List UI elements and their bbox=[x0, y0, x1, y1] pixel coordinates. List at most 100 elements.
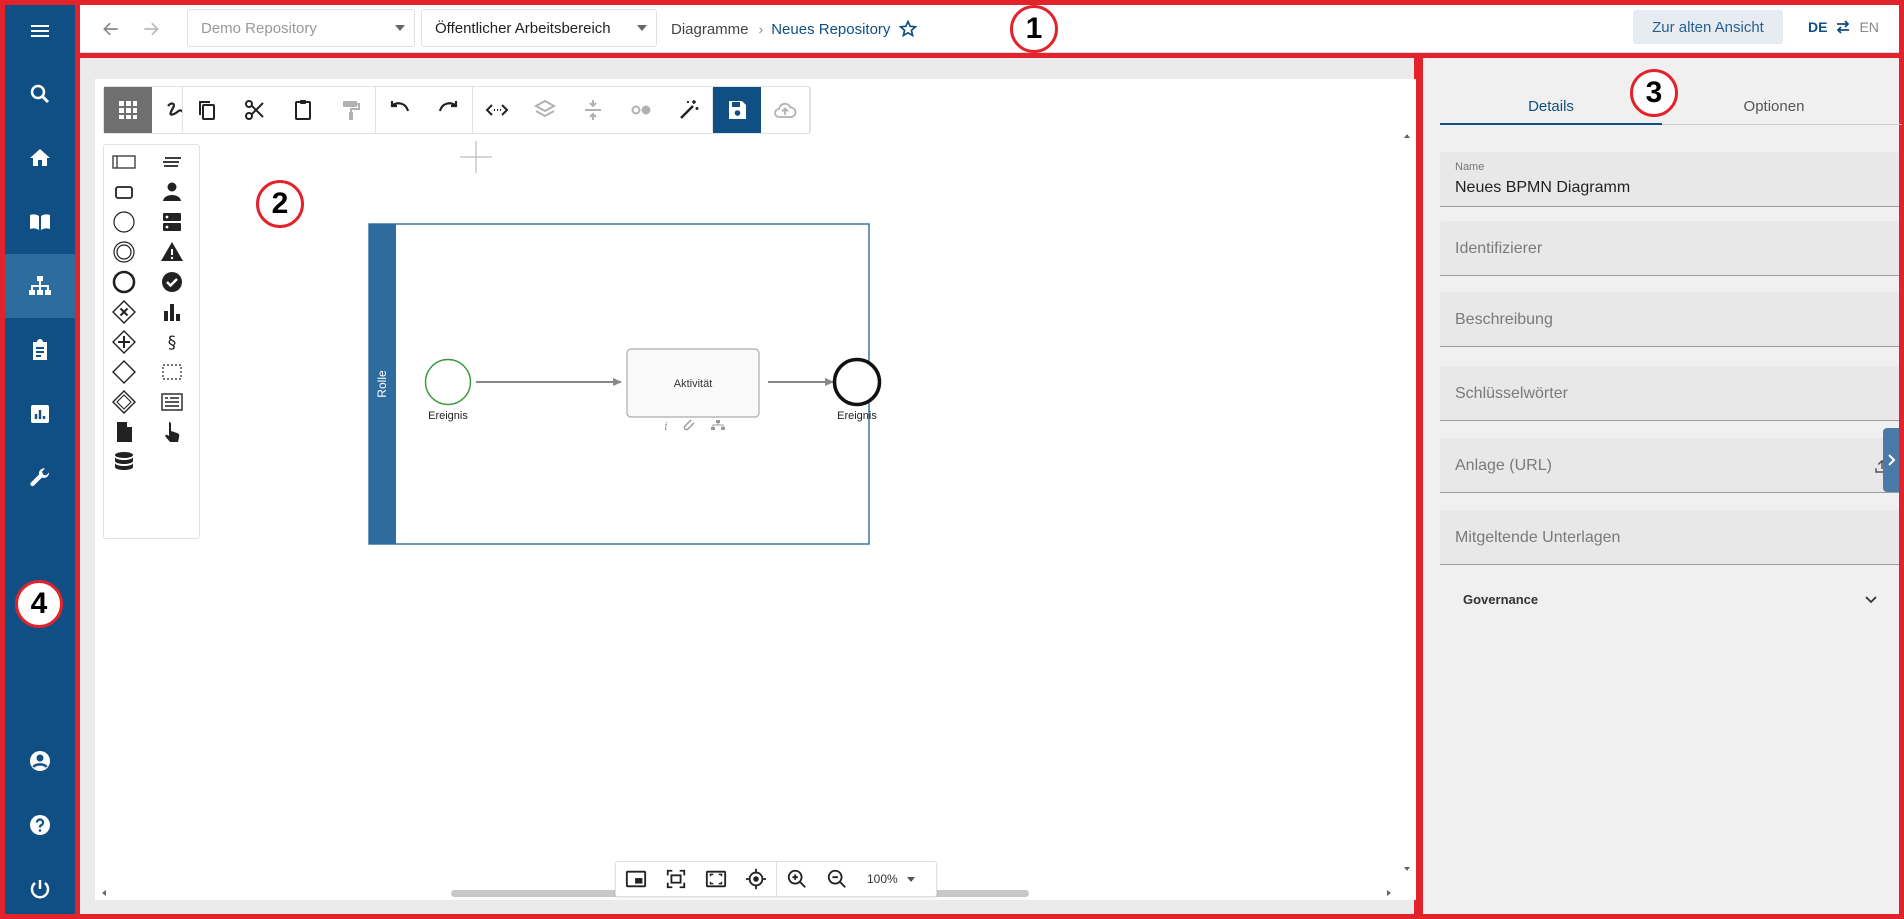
lang-en[interactable]: EN bbox=[1859, 19, 1878, 35]
back-button[interactable] bbox=[99, 17, 123, 41]
scroll-up-icon[interactable] bbox=[1400, 131, 1414, 141]
identifier-field[interactable]: Identifizierer bbox=[1440, 221, 1899, 276]
tab-options[interactable]: Optionen bbox=[1663, 86, 1885, 126]
repository-select[interactable]: Demo Repository bbox=[187, 9, 415, 47]
palette-role[interactable] bbox=[154, 177, 190, 207]
palette-exclusive-gateway[interactable] bbox=[106, 297, 142, 327]
start-event[interactable] bbox=[424, 358, 472, 406]
workspace-select[interactable]: Öffentlicher Arbeitsbereich bbox=[421, 9, 657, 47]
save-button[interactable] bbox=[713, 87, 761, 133]
annotation-marker-1: 1 bbox=[1010, 5, 1058, 53]
home-button[interactable] bbox=[5, 126, 75, 190]
scroll-down-icon[interactable] bbox=[1400, 864, 1414, 874]
panel-collapse-button[interactable] bbox=[1883, 428, 1899, 492]
check-circle-icon bbox=[162, 272, 182, 292]
distribute-button[interactable] bbox=[569, 87, 617, 133]
palette-form[interactable] bbox=[154, 387, 190, 417]
save-toolbar bbox=[712, 86, 810, 134]
text-lines-icon bbox=[163, 157, 181, 167]
palette-event-gateway[interactable] bbox=[106, 387, 142, 417]
tools-button[interactable] bbox=[5, 446, 75, 510]
magic-button[interactable] bbox=[665, 87, 713, 133]
keywords-field[interactable]: Schlüsselwörter bbox=[1440, 366, 1899, 421]
task[interactable] bbox=[626, 348, 760, 418]
zoom-out-button[interactable] bbox=[817, 862, 857, 896]
old-view-button[interactable]: Zur alten Ansicht bbox=[1633, 10, 1783, 44]
header: Demo Repository Öffentlicher Arbeitsbere… bbox=[80, 5, 1899, 53]
copy-button[interactable] bbox=[183, 87, 231, 133]
tab-details[interactable]: Details bbox=[1440, 86, 1662, 126]
undo-button[interactable] bbox=[376, 87, 424, 133]
star-icon[interactable] bbox=[898, 19, 918, 39]
logout-button[interactable] bbox=[5, 857, 75, 919]
paste-button[interactable] bbox=[279, 87, 327, 133]
zoom-in-button[interactable] bbox=[777, 862, 817, 896]
chevron-down-icon bbox=[1865, 596, 1877, 604]
database-icon bbox=[115, 452, 133, 470]
redo-button[interactable] bbox=[424, 87, 472, 133]
palette-kpi[interactable] bbox=[154, 297, 190, 327]
search-icon bbox=[30, 84, 50, 104]
palette-task[interactable] bbox=[106, 177, 142, 207]
swap-icon[interactable] bbox=[1835, 20, 1851, 34]
forward-button[interactable] bbox=[139, 17, 163, 41]
report-button[interactable] bbox=[5, 382, 75, 446]
center-button[interactable] bbox=[736, 862, 776, 896]
language-switch[interactable]: DE EN bbox=[1808, 19, 1879, 35]
menu-button[interactable] bbox=[5, 0, 75, 63]
sitemap-button[interactable] bbox=[5, 254, 75, 318]
server-icon bbox=[163, 213, 181, 231]
search-button[interactable] bbox=[5, 62, 75, 126]
palette-risk[interactable] bbox=[154, 237, 190, 267]
redo-icon bbox=[438, 101, 458, 112]
fit-content-button[interactable] bbox=[656, 862, 696, 896]
annotation-marker-4: 4 bbox=[15, 580, 63, 628]
crosshair-icon bbox=[460, 141, 492, 173]
align-button[interactable] bbox=[473, 87, 521, 133]
scroll-left-icon[interactable] bbox=[99, 886, 109, 900]
grid-mode-button[interactable] bbox=[104, 87, 152, 133]
fit-page-icon bbox=[705, 870, 727, 888]
fit-page-button[interactable] bbox=[696, 862, 736, 896]
annotation-marker-2: 2 bbox=[256, 180, 304, 228]
name-field[interactable]: Name Neues BPMN Diagramm bbox=[1440, 152, 1899, 207]
palette-parallel-gateway[interactable] bbox=[106, 327, 142, 357]
palette-group[interactable] bbox=[154, 357, 190, 387]
lang-de[interactable]: DE bbox=[1808, 19, 1827, 35]
account-button[interactable] bbox=[5, 729, 75, 793]
palette-regulation[interactable]: § bbox=[154, 327, 190, 357]
zoom-level-select[interactable]: 100% bbox=[867, 872, 915, 886]
end-event[interactable] bbox=[832, 357, 882, 407]
minimap-button[interactable] bbox=[616, 862, 656, 896]
vertical-scrollbar[interactable] bbox=[1400, 131, 1414, 874]
attachment-url-field[interactable]: Anlage (URL) bbox=[1440, 438, 1899, 493]
governance-expander[interactable]: Governance bbox=[1440, 574, 1899, 624]
breadcrumb-current[interactable]: Neues Repository bbox=[771, 21, 890, 38]
book-button[interactable] bbox=[5, 190, 75, 254]
toggle-button[interactable] bbox=[617, 87, 665, 133]
palette-inclusive-gateway[interactable] bbox=[106, 357, 142, 387]
palette-data-store[interactable] bbox=[154, 207, 190, 237]
cloud-upload-button[interactable] bbox=[761, 87, 809, 133]
help-button[interactable] bbox=[5, 793, 75, 857]
description-field[interactable]: Beschreibung bbox=[1440, 292, 1899, 347]
palette-end-event[interactable] bbox=[106, 267, 142, 297]
scroll-right-icon[interactable] bbox=[1384, 886, 1394, 900]
cut-button[interactable] bbox=[231, 87, 279, 133]
breadcrumb-diagrams[interactable]: Diagramme bbox=[671, 21, 749, 38]
palette-document[interactable] bbox=[106, 417, 142, 447]
palette-database[interactable] bbox=[106, 447, 142, 477]
clipboard-button[interactable] bbox=[5, 318, 75, 382]
palette-intermediate-event[interactable] bbox=[106, 237, 142, 267]
layers-button[interactable] bbox=[521, 87, 569, 133]
palette-pool[interactable] bbox=[106, 147, 142, 177]
shape-palette: § bbox=[103, 144, 200, 539]
format-painter-button[interactable] bbox=[327, 87, 375, 133]
palette-start-event[interactable] bbox=[106, 207, 142, 237]
related-documents-field[interactable]: Mitgeltende Unterlagen bbox=[1440, 510, 1899, 565]
info-icon[interactable]: i bbox=[664, 420, 668, 433]
palette-text[interactable] bbox=[154, 147, 190, 177]
power-icon bbox=[30, 880, 50, 899]
palette-touch[interactable] bbox=[154, 417, 190, 447]
palette-control[interactable] bbox=[154, 267, 190, 297]
